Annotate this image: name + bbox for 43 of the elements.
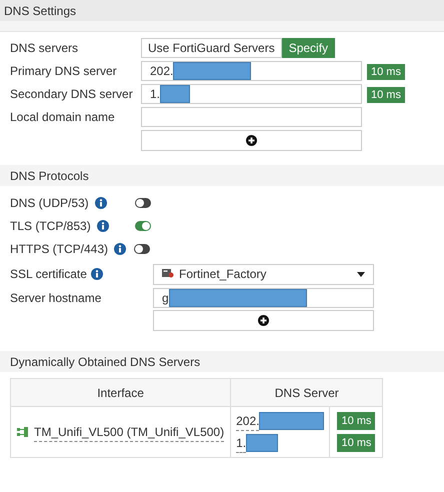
input-field[interactable]: 1. (141, 84, 362, 104)
input-field[interactable] (141, 107, 362, 127)
network-icon (17, 427, 28, 437)
latency-badge: 10 ms (337, 412, 376, 430)
field-label: Secondary DNS server (10, 86, 134, 103)
section-header: DNS Settings (0, 0, 444, 21)
field-value: 1. (150, 86, 160, 103)
plus-icon (246, 135, 257, 146)
certificate-dropdown[interactable]: Fortinet_Factory (153, 264, 374, 284)
plus-icon (258, 315, 269, 326)
toggle-option[interactable]: Use FortiGuard Servers (141, 38, 282, 58)
field-value: g (162, 290, 169, 307)
latency-badge: 10 ms (367, 87, 405, 103)
info-icon (114, 242, 126, 254)
toggle-switch[interactable] (134, 220, 151, 230)
info-icon (94, 196, 107, 208)
section-header: Dynamically Obtained DNS Servers (0, 351, 444, 372)
column-header: Interface (10, 378, 231, 406)
toggle-option[interactable]: Specify (282, 38, 336, 58)
interface-link[interactable]: TM_Unifi_VL500 (TM_Unifi_VL500) (34, 422, 224, 442)
field-label: Primary DNS server (10, 63, 118, 80)
field-value: 202. (150, 63, 174, 80)
latency-badge: 10 ms (367, 64, 405, 80)
protocol-label: HTTPS (TCP/443) (10, 240, 108, 258)
field-label: DNS servers (10, 40, 80, 57)
input-field[interactable]: g (153, 288, 374, 308)
info-icon (96, 220, 109, 232)
toggle-switch[interactable] (134, 198, 151, 208)
info-icon (90, 268, 103, 280)
caret-icon (357, 272, 365, 276)
input-field[interactable]: 202. (141, 61, 362, 81)
column-header: DNS Server (230, 378, 383, 406)
toggle-switch[interactable] (134, 244, 150, 254)
section-header: DNS Protocols (0, 165, 444, 186)
latency-badge: 10 ms (337, 434, 376, 452)
field-label: Local domain name (10, 109, 116, 126)
redaction-mark (246, 434, 278, 452)
protocol-label: DNS (UDP/53) (10, 194, 89, 212)
protocol-label: TLS (TCP/853) (10, 218, 91, 234)
certificate-icon (162, 269, 174, 279)
field-label: Server hostname (10, 290, 102, 307)
field-label: SSL certificate (10, 266, 87, 283)
redaction-mark (259, 412, 324, 430)
